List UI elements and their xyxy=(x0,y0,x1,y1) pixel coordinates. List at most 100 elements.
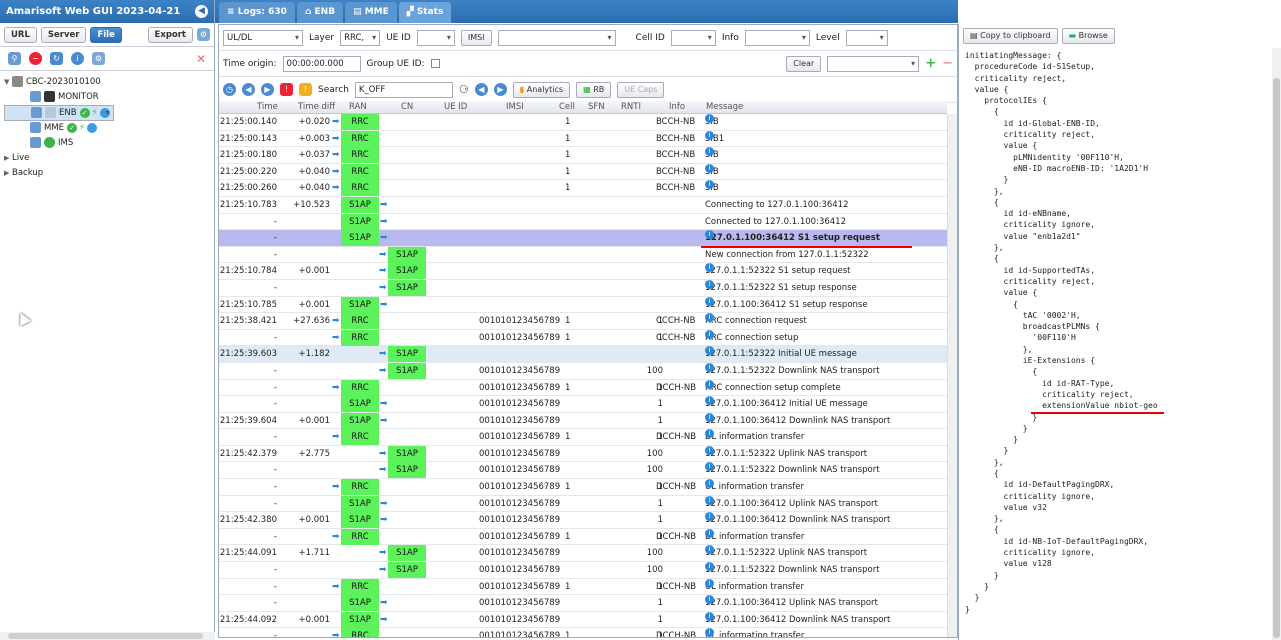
clock-icon[interactable]: ◷ xyxy=(223,83,236,96)
tree-live[interactable]: ▶ Live xyxy=(4,151,214,166)
table-row[interactable]: - S1AP ➡ 100 001010123456789 i 127.0.1.1:52322… xyxy=(219,462,947,480)
table-row[interactable]: - S1AP ➡ 100 001010123456789 i 127.0.1.1:52322… xyxy=(219,362,947,380)
tab-stats[interactable]: ▞ Stats xyxy=(398,2,452,23)
col-imsi[interactable]: IMSI xyxy=(506,102,524,112)
export-button[interactable]: Export xyxy=(147,26,193,43)
table-row[interactable]: - S1AP ➡ 1 001010123456789 i 127.0.1.100:36412… xyxy=(219,595,947,612)
col-sfn[interactable]: SFN xyxy=(588,102,605,112)
ueid-select[interactable] xyxy=(416,29,455,46)
server-button[interactable]: Server xyxy=(40,26,87,43)
table-row[interactable]: 21:25:44.091 +1.711 S1AP ➡ 100 00101012345678… xyxy=(219,545,947,563)
binoculars-icon[interactable]: ⚆ xyxy=(459,83,469,96)
next-icon[interactable]: ▶ xyxy=(261,83,274,96)
url-button[interactable]: URL xyxy=(4,26,37,43)
table-row[interactable]: - RRC ➡ 1 001010123456789 1 DCCH-NB i RRC connec… xyxy=(219,379,947,397)
copy-button[interactable]: ▤ Copy to clipboard xyxy=(963,28,1058,44)
table-row[interactable]: 21:25:42.379 +2.775 S1AP ➡ 100 00101012345678… xyxy=(219,445,947,463)
group-ueid-checkbox[interactable] xyxy=(430,59,440,68)
table-row[interactable]: - S1AP ➡ 100 001010123456789 i 127.0.1.1:52322… xyxy=(219,562,947,579)
analytics-button[interactable]: ▮ Analytics xyxy=(512,81,571,98)
center-scrollbar[interactable] xyxy=(947,114,957,637)
table-row[interactable]: - S1AP ➡ New connection from 127.0.1.1:5232… xyxy=(219,246,947,264)
search-icon[interactable]: ⚲ xyxy=(8,52,21,65)
table-row[interactable]: - RRC ➡ 1 001010123456789 1 DCCH-NB i DL informa… xyxy=(219,528,947,546)
table-row[interactable]: - S1AP ➡ Connected to 127.0.1.100:36412 xyxy=(219,213,947,231)
imsi-select[interactable] xyxy=(497,29,616,46)
col-rnti[interactable]: RNTI xyxy=(621,102,641,112)
col-message[interactable]: Message xyxy=(706,102,743,112)
tab-logs[interactable]: ≡ Logs: 630 xyxy=(219,2,295,23)
table-row[interactable]: 21:25:00.180 +0.037 RRC➡ 1 BCCH-NB iSIB xyxy=(219,147,947,164)
search-next-icon[interactable]: ▶ xyxy=(493,83,507,96)
col-cell[interactable]: Cell xyxy=(559,102,575,112)
table-row[interactable]: - RRC ➡ 1 001010123456789 1 DCCH-NB i DL informa… xyxy=(219,429,947,446)
table-row[interactable]: 21:25:39.603 +1.182 S1AP ➡ i 127.0.1.1:52322 … xyxy=(219,346,947,363)
table-row[interactable]: - RRC ➡ 1 001010123456789 1 DCCH-NB i UL informa… xyxy=(219,578,947,596)
tab-enb[interactable]: ⌂ ENB xyxy=(296,2,344,23)
cellid-select[interactable] xyxy=(670,29,716,46)
search-input[interactable]: K_OFF xyxy=(354,81,453,98)
error-icon[interactable]: ! xyxy=(280,83,293,96)
left-scrollbar[interactable] xyxy=(0,632,215,640)
warning-icon[interactable]: ! xyxy=(299,83,312,96)
table-row[interactable]: 21:25:44.092 +0.001 S1AP ➡ 1 001010123456789 i… xyxy=(219,611,947,629)
preset-select[interactable] xyxy=(827,55,920,72)
table-row[interactable]: 21:25:38.421 +27.636 RRC ➡ 1 001010123456789 1… xyxy=(219,313,947,330)
tree-item-ims[interactable]: IMS xyxy=(4,136,214,151)
remove-icon[interactable]: − xyxy=(942,56,953,71)
table-row[interactable]: - RRC ➡ 1 001010123456789 1 CCCH-NB i RRC connec… xyxy=(219,329,947,347)
cell-cell: 1 xyxy=(565,316,571,327)
play-icon[interactable] xyxy=(99,107,110,118)
settings-icon[interactable]: ⚙ xyxy=(197,28,210,41)
file-button[interactable]: File xyxy=(90,26,122,43)
table-row[interactable]: - RRC ➡ 1 001010123456789 1 DCCH-NB i DL informa… xyxy=(219,628,947,637)
table-row[interactable]: - S1AP ➡ 1 001010123456789 i 127.0.1.100:36412… xyxy=(219,495,947,513)
config-icon[interactable]: ⚙ xyxy=(92,52,105,65)
table-row[interactable]: 21:25:10.784 +0.001 S1AP ➡ i 127.0.1.1:52322 … xyxy=(219,263,947,280)
search-prev-icon[interactable]: ◀ xyxy=(474,83,488,96)
imsi-button[interactable]: IMSI xyxy=(460,29,492,46)
browse-button[interactable]: ▬ Browse xyxy=(1061,28,1115,44)
uldl-select[interactable]: UL/DL xyxy=(223,29,303,46)
uecaps-button[interactable]: UE Caps xyxy=(617,81,665,98)
tree-item-monitor[interactable]: MONITOR xyxy=(4,90,214,105)
col-cn[interactable]: CN xyxy=(401,102,413,112)
refresh-icon[interactable]: ↻ xyxy=(50,52,63,65)
level-select[interactable] xyxy=(845,29,888,46)
table-row[interactable]: 21:25:00.140 +0.020 RRC➡ 1 BCCH-NB iSIB xyxy=(219,114,947,131)
tree-item-enb[interactable]: ENB ✓ ⚡ xyxy=(4,105,114,121)
table-row[interactable]: 21:25:42.380 +0.001 S1AP ➡ 1 001010123456789 i… xyxy=(219,512,947,529)
time-origin-input[interactable]: 00:00:00.000 xyxy=(282,55,361,72)
tree-root[interactable]: ▼ CBC-2023010100 xyxy=(4,75,214,90)
right-scrollbar[interactable] xyxy=(1272,48,1281,640)
info-icon[interactable]: i xyxy=(71,52,84,65)
col-time[interactable]: Time xyxy=(257,102,278,112)
table-row[interactable]: 21:25:10.783 +10.523 S1AP ➡ Connecting to 12… xyxy=(219,196,947,214)
table-row[interactable]: 21:25:10.785 +0.001 S1AP ➡ i 127.0.1.100:3641… xyxy=(219,296,947,314)
prev-icon[interactable]: ◀ xyxy=(242,83,255,96)
collapse-icon[interactable]: ◀ xyxy=(195,5,208,18)
table-row[interactable]: - S1AP ➡ 1 001010123456789 i 127.0.1.100:36412… xyxy=(219,396,947,413)
table-row[interactable]: - S1AP ➡ i 127.0.1.1:52322 S1 setup response xyxy=(219,279,947,297)
col-ran[interactable]: RAN xyxy=(349,102,367,112)
add-icon[interactable]: + xyxy=(925,56,936,71)
col-ueid[interactable]: UE ID xyxy=(444,102,467,112)
layer-select[interactable]: RRC, xyxy=(340,29,381,46)
col-info[interactable]: Info xyxy=(669,102,685,112)
stop-icon[interactable]: − xyxy=(29,52,42,65)
table-row[interactable]: 21:25:39.604 +0.001 S1AP ➡ 1 001010123456789 i… xyxy=(219,412,947,430)
clear-button[interactable]: Clear xyxy=(786,55,822,72)
info-select[interactable] xyxy=(744,29,810,46)
tab-mme[interactable]: ▤ MME xyxy=(345,2,397,23)
table-row[interactable]: - S1AP ➡ i 127.0.1.100:36412 S1 setup reques… xyxy=(219,230,947,247)
tree-item-mme[interactable]: MME ✓ ⚡ xyxy=(4,121,214,136)
table-row[interactable]: 21:25:00.260 +0.040 RRC ➡ 1 BCCH-NB i SIB xyxy=(219,180,947,197)
table-row[interactable]: 21:25:00.220 +0.040 RRC➡ 1 BCCH-NB iSIB xyxy=(219,163,947,181)
col-timediff[interactable]: Time diff xyxy=(298,102,335,112)
table-row[interactable]: 21:25:00.143 +0.003 RRC ➡ 1 BCCH-NB i SIB1 xyxy=(219,130,947,148)
play-icon[interactable] xyxy=(87,122,98,133)
table-row[interactable]: - RRC ➡ 1 001010123456789 1 DCCH-NB i UL informa… xyxy=(219,479,947,496)
rb-button[interactable]: ▦ RB xyxy=(576,81,612,98)
tree-backup[interactable]: ▶ Backup xyxy=(4,166,214,181)
delete-icon[interactable]: ✕ xyxy=(196,52,206,66)
